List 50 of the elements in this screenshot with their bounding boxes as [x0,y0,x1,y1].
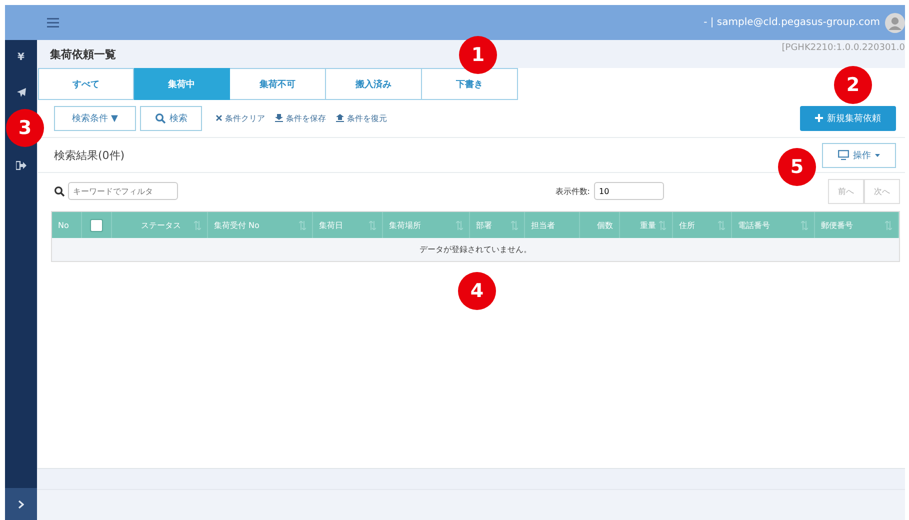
currency-icon[interactable]: ¥ [18,52,24,63]
results-title: 検索結果(0件) [54,148,125,162]
new-request-button[interactable]: 新規集荷依頼 [800,106,896,130]
column-header[interactable]: 集荷場所 [389,220,421,230]
select-all-checkbox[interactable] [90,218,103,232]
menu-icon [47,18,59,28]
tab[interactable]: 集荷不可 [230,68,326,100]
operation-button[interactable]: 操作 [822,142,896,168]
page-size-label: 表示件数: [555,186,590,196]
search-icon [54,186,65,196]
page-title: 集荷依頼一覧 [50,46,116,62]
empty-message: データが登録されていません。 [52,238,899,261]
toolbar-link[interactable]: 条件を復元 [336,112,387,124]
tab[interactable]: すべて [38,68,134,100]
avatar-icon [885,12,905,32]
toolbar-link[interactable]: 条件を保存 [275,112,326,124]
expand-button[interactable] [5,488,37,520]
chevron-icon [18,500,24,508]
filter-field[interactable]: キーワードでフィルタ [68,182,178,200]
next-button[interactable]: 次へ [864,178,900,204]
version-text: [PGHK2210:1.0.0.220301.0 [782,43,905,53]
caret-icon [875,154,880,156]
column-header[interactable]: 集荷受付 No [214,220,260,230]
download-icon [275,114,283,122]
plus-icon [815,114,823,122]
tab[interactable]: 下書き [422,68,518,100]
page-size-field[interactable]: 10 [594,182,664,200]
close-icon [216,115,222,121]
airplane-icon [16,87,26,98]
search-icon [154,112,166,124]
monitor-icon [838,150,849,160]
column-header[interactable]: 集荷日 [319,220,343,230]
user-email: - | sample@cld.pegasus-group.com [704,17,880,28]
column-header[interactable]: 住所 [679,220,695,230]
column-header[interactable]: 重量 [640,220,656,230]
column-header[interactable]: 郵便番号 [821,220,853,230]
column-header[interactable]: ステータス [141,220,181,230]
previous-button[interactable]: 前へ [828,178,864,204]
search-button[interactable]: 検索 [140,106,202,130]
column-header[interactable]: No [58,220,69,230]
column-header[interactable]: 電話番号 [738,220,770,230]
column-header[interactable]: 担当者 [531,220,555,230]
exit-icon [16,161,26,170]
tab[interactable]: 搬入済み [326,68,422,100]
upload-icon [336,114,344,122]
toolbar-link[interactable]: 条件クリア [216,112,265,124]
conditions-button[interactable]: 検索条件 ▼ [54,106,136,130]
column-header[interactable]: 部署 [476,220,492,230]
tab[interactable]: 集荷中 [134,68,230,100]
column-header[interactable]: 個数 [597,220,613,230]
